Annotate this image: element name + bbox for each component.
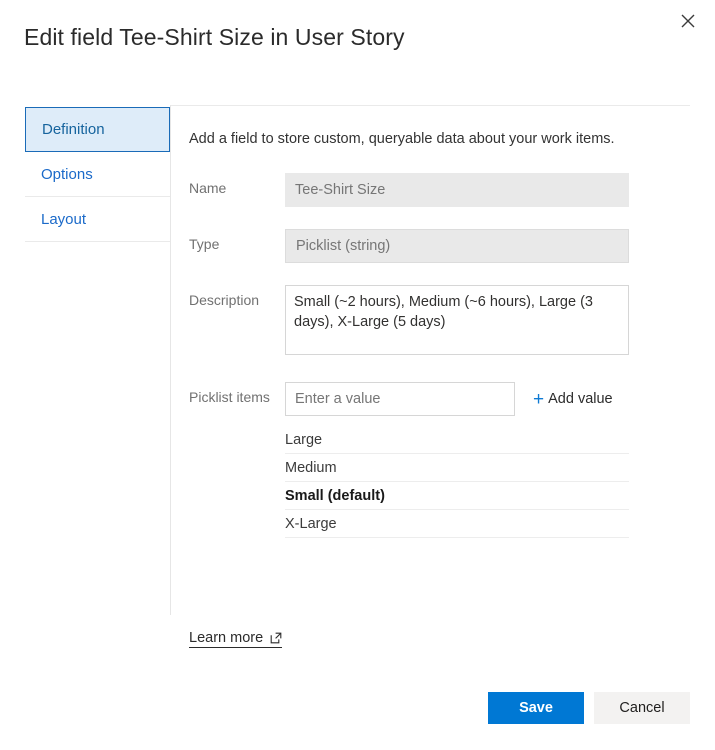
type-row: Type bbox=[189, 229, 689, 263]
learn-more-link[interactable]: Learn more bbox=[189, 630, 283, 648]
picklist-value-input[interactable] bbox=[285, 382, 515, 416]
description-field-wrapper bbox=[285, 285, 629, 360]
panel-description: Add a field to store custom, queryable d… bbox=[189, 131, 615, 147]
name-field-wrapper bbox=[285, 173, 629, 207]
name-input bbox=[285, 173, 629, 207]
picklist-items-list: Large Medium Small (default) X-Large bbox=[285, 426, 629, 538]
list-item-label: X-Large bbox=[285, 515, 337, 532]
picklist-entry: + Add value bbox=[285, 382, 629, 416]
list-item[interactable]: Large bbox=[285, 426, 629, 454]
dialog-footer: Save Cancel bbox=[488, 692, 690, 724]
tab-layout-label: Layout bbox=[41, 210, 87, 228]
description-row: Description bbox=[189, 285, 689, 360]
plus-icon: + bbox=[533, 388, 545, 410]
picklist-row: Picklist items + Add value Large bbox=[189, 382, 689, 538]
tab-options-label: Options bbox=[41, 165, 93, 183]
picklist-label: Picklist items bbox=[189, 389, 270, 405]
close-button[interactable] bbox=[673, 6, 703, 36]
add-value-button[interactable]: + Add value bbox=[533, 390, 613, 409]
type-field-wrapper bbox=[285, 229, 629, 263]
picklist-field-wrapper: + Add value Large Medium Small (default) bbox=[285, 382, 629, 538]
header-divider bbox=[170, 105, 690, 106]
definition-panel: Add a field to store custom, queryable d… bbox=[189, 131, 689, 544]
tab-definition-label: Definition bbox=[42, 121, 105, 138]
edit-field-dialog: Edit field Tee-Shirt Size in User Story … bbox=[0, 0, 715, 750]
list-item-label: Small (default) bbox=[285, 487, 385, 504]
list-item[interactable]: X-Large bbox=[285, 510, 629, 538]
list-item[interactable]: Small (default) bbox=[285, 482, 629, 510]
list-item-label: Large bbox=[285, 431, 323, 448]
tab-layout[interactable]: Layout bbox=[25, 197, 170, 242]
tab-options[interactable]: Options bbox=[25, 152, 170, 197]
list-item-label: Medium bbox=[285, 459, 337, 476]
dialog-title: Edit field Tee-Shirt Size in User Story bbox=[24, 24, 405, 50]
add-value-label: Add value bbox=[548, 391, 613, 407]
type-input bbox=[285, 229, 629, 263]
save-button[interactable]: Save bbox=[488, 692, 584, 724]
tab-definition[interactable]: Definition bbox=[25, 107, 170, 152]
learn-more-label: Learn more bbox=[189, 630, 264, 646]
description-textarea[interactable] bbox=[285, 285, 629, 355]
close-icon bbox=[681, 14, 695, 28]
pivot-tablist: Definition Options Layout bbox=[25, 107, 170, 242]
cancel-button[interactable]: Cancel bbox=[594, 692, 690, 724]
sidebar-divider bbox=[170, 105, 171, 615]
external-link-icon bbox=[270, 632, 282, 644]
type-label: Type bbox=[189, 236, 220, 252]
name-row: Name bbox=[189, 173, 689, 207]
dialog-body: Definition Options Layout Add a field to… bbox=[0, 105, 715, 615]
description-label: Description bbox=[189, 292, 260, 308]
list-item[interactable]: Medium bbox=[285, 454, 629, 482]
name-label: Name bbox=[189, 180, 227, 196]
